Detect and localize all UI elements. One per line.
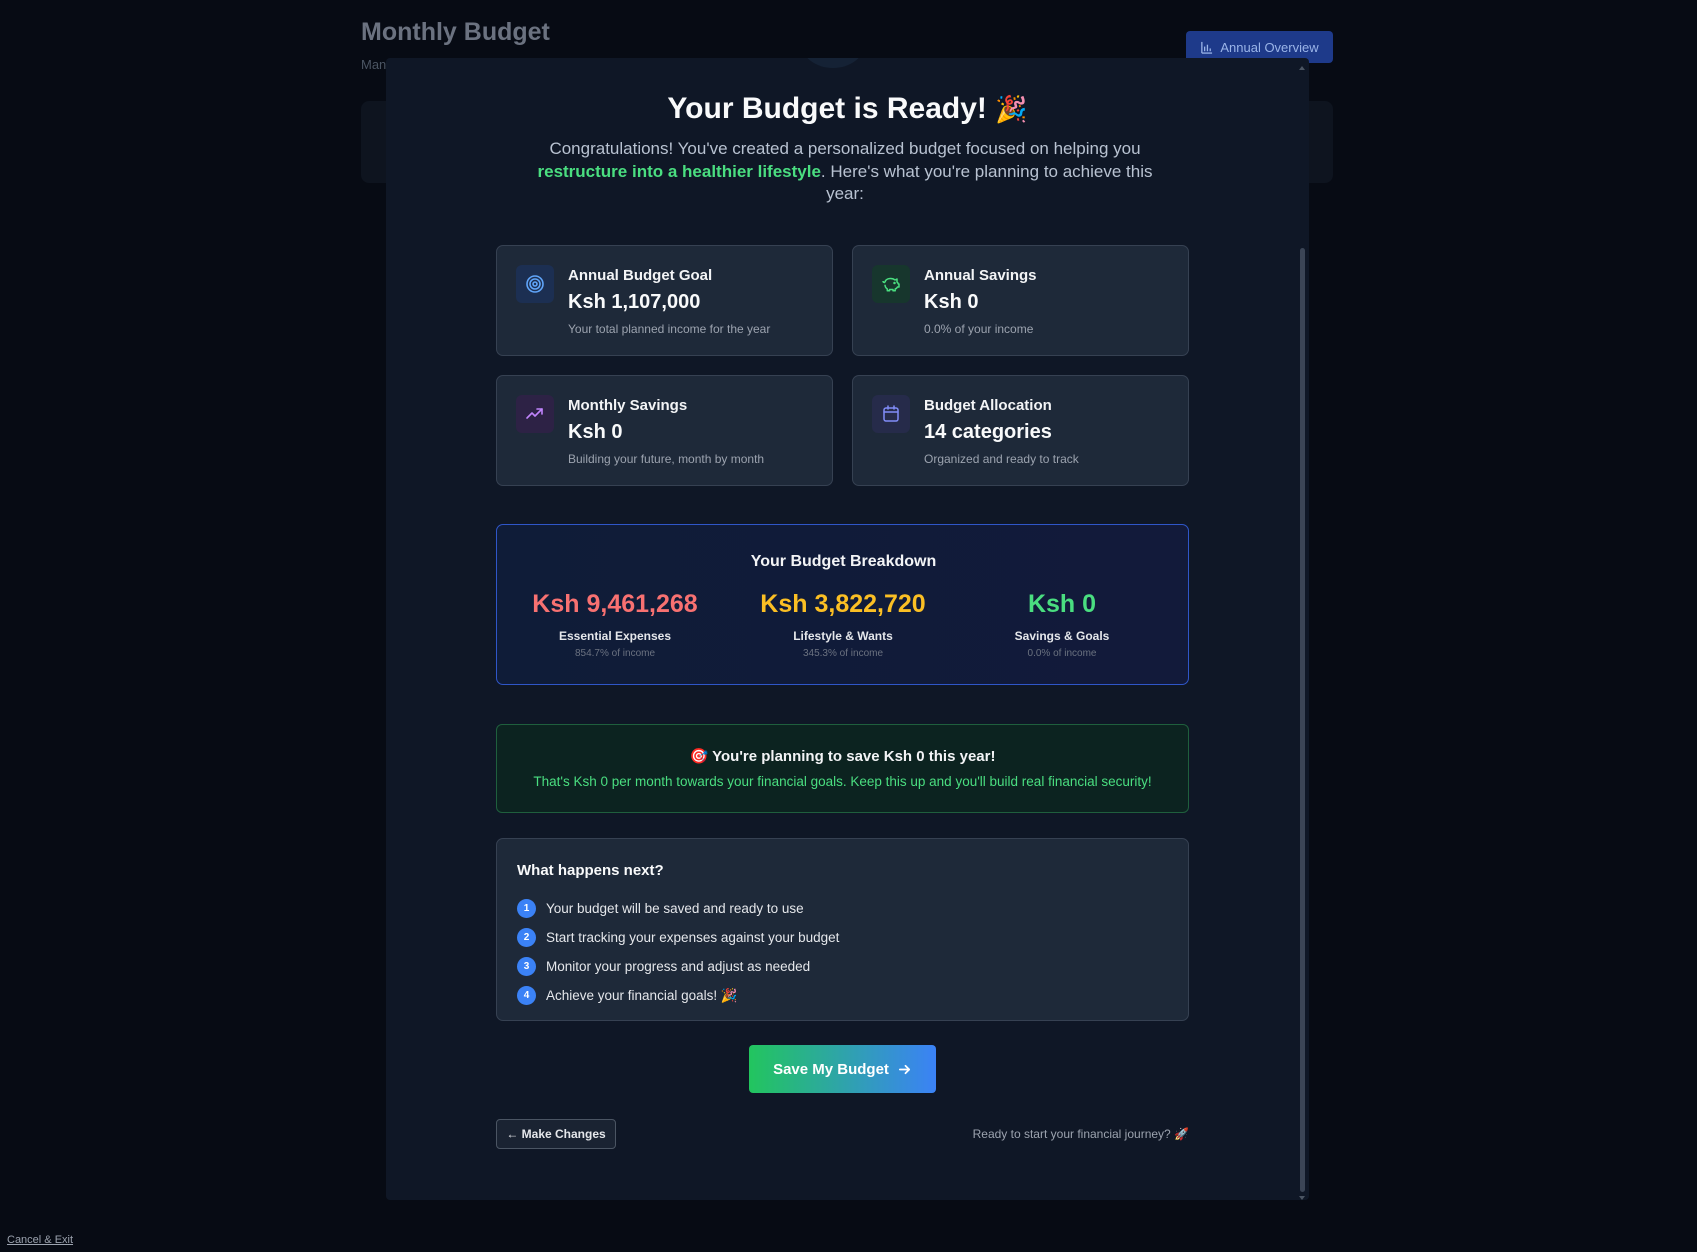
step-text: Your budget will be saved and ready to u…: [546, 901, 804, 916]
stat-card-annual-savings: Annual Savings Ksh 0 0.0% of your income: [852, 245, 1189, 356]
stat-value: Ksh 1,107,000: [568, 291, 701, 313]
make-changes-button[interactable]: ← Make Changes: [496, 1119, 616, 1149]
step-text: Start tracking your expenses against you…: [546, 930, 840, 945]
step-number-badge: 1: [517, 899, 536, 918]
breakdown-value: Ksh 9,461,268: [532, 590, 698, 618]
list-item: 4 Achieve your financial goals! 🎉: [517, 981, 839, 1010]
stat-label: Annual Savings: [924, 267, 1037, 284]
calendar-icon: [872, 395, 910, 433]
stat-label: Budget Allocation: [924, 397, 1052, 414]
savings-text: That's Ksh 0 per month towards your fina…: [533, 774, 1152, 789]
breakdown-percent: 0.0% of income: [1027, 648, 1097, 659]
breakdown-lifestyle-wants: Ksh 3,822,720 Lifestyle & Wants 345.3% o…: [733, 590, 953, 659]
page-subtitle: Man: [361, 57, 387, 72]
next-steps-list: 1 Your budget will be saved and ready to…: [517, 894, 839, 1010]
list-item: 1 Your budget will be saved and ready to…: [517, 894, 839, 923]
step-text: Monitor your progress and adjust as need…: [546, 959, 811, 974]
breakdown-label: Savings & Goals: [1014, 629, 1110, 643]
stat-card-annual-budget-goal: Annual Budget Goal Ksh 1,107,000 Your to…: [496, 245, 833, 356]
annual-overview-label: Annual Overview: [1220, 39, 1319, 55]
save-budget-button[interactable]: Save My Budget: [749, 1045, 936, 1093]
stat-value: Ksh 0: [924, 291, 979, 313]
stat-card-budget-allocation: Budget Allocation 14 categories Organize…: [852, 375, 1189, 486]
stat-description: 0.0% of your income: [924, 322, 1034, 336]
breakdown-title: Your Budget Breakdown: [750, 553, 937, 570]
next-steps-box: What happens next? 1 Your budget will be…: [496, 838, 1189, 1021]
breakdown-percent: 854.7% of income: [574, 648, 656, 659]
party-popper-icon: 🎉: [995, 94, 1028, 124]
stat-label: Annual Budget Goal: [568, 267, 713, 284]
scroll-thumb[interactable]: [1300, 248, 1305, 1192]
modal-scrollbar[interactable]: [1299, 66, 1306, 1200]
heading-text: Your Budget is Ready!: [667, 92, 987, 125]
step-number-badge: 4: [517, 986, 536, 1005]
intro-text-end: . Here's what you're planning to achieve…: [820, 161, 1153, 204]
scroll-up-arrow-icon[interactable]: [1299, 66, 1305, 70]
cancel-exit-link[interactable]: Cancel & Exit: [7, 1234, 73, 1246]
stat-card-monthly-savings: Monthly Savings Ksh 0 Building your futu…: [496, 375, 833, 486]
scroll-down-arrow-icon[interactable]: [1299, 1196, 1305, 1200]
breakdown-value: Ksh 3,822,720: [760, 590, 926, 618]
breakdown-savings-goals: Ksh 0 Savings & Goals 0.0% of income: [952, 590, 1172, 659]
target-emoji-icon: 🎯: [689, 748, 709, 765]
stat-value: 14 categories: [924, 421, 1052, 443]
step-text: Achieve your financial goals! 🎉: [546, 987, 738, 1003]
next-steps-title: What happens next?: [517, 862, 664, 879]
save-budget-label: Save My Budget: [773, 1060, 889, 1078]
step-number-badge: 3: [517, 957, 536, 976]
stat-description: Organized and ready to track: [924, 452, 1079, 466]
budget-ready-modal: Your Budget is Ready! 🎉 Congratulations!…: [386, 58, 1309, 1200]
breakdown-label: Essential Expenses: [558, 629, 672, 643]
stat-description: Building your future, month by month: [568, 452, 765, 466]
breakdown-percent: 345.3% of income: [802, 648, 884, 659]
modal-heading: Your Budget is Ready! 🎉: [386, 92, 1309, 126]
savings-title-text: You're planning to save Ksh 0 this year!: [712, 748, 996, 765]
stat-label: Monthly Savings: [568, 397, 688, 414]
step-number-badge: 2: [517, 928, 536, 947]
target-icon: [516, 265, 554, 303]
intro-text: Congratulations! You've created a person…: [530, 138, 1160, 206]
list-item: 2 Start tracking your expenses against y…: [517, 923, 839, 952]
trending-up-icon: [516, 395, 554, 433]
arrow-right-icon: [898, 1064, 910, 1074]
budget-breakdown: Your Budget Breakdown Ksh 9,461,268 Esse…: [496, 524, 1189, 685]
breakdown-value: Ksh 0: [1027, 590, 1097, 618]
modal-top-decoration: [801, 58, 865, 68]
ready-text: Ready to start your financial journey? 🚀: [972, 1127, 1189, 1141]
stat-description: Your total planned income for the year: [568, 322, 771, 336]
page-title: Monthly Budget: [361, 18, 550, 46]
intro-highlight: restructure into a healthier lifestyle: [537, 161, 821, 181]
savings-banner: 🎯 You're planning to save Ksh 0 this yea…: [496, 724, 1189, 813]
savings-title: 🎯 You're planning to save Ksh 0 this yea…: [497, 747, 1188, 765]
breakdown-essential-expenses: Ksh 9,461,268 Essential Expenses 854.7% …: [505, 590, 725, 659]
intro-text-start: Congratulations! You've created a person…: [549, 139, 1141, 158]
bar-chart-icon: [1201, 41, 1213, 54]
breakdown-label: Lifestyle & Wants: [793, 629, 893, 643]
list-item: 3 Monitor your progress and adjust as ne…: [517, 952, 839, 981]
stat-value: Ksh 0: [568, 421, 623, 443]
piggy-bank-icon: [872, 265, 910, 303]
